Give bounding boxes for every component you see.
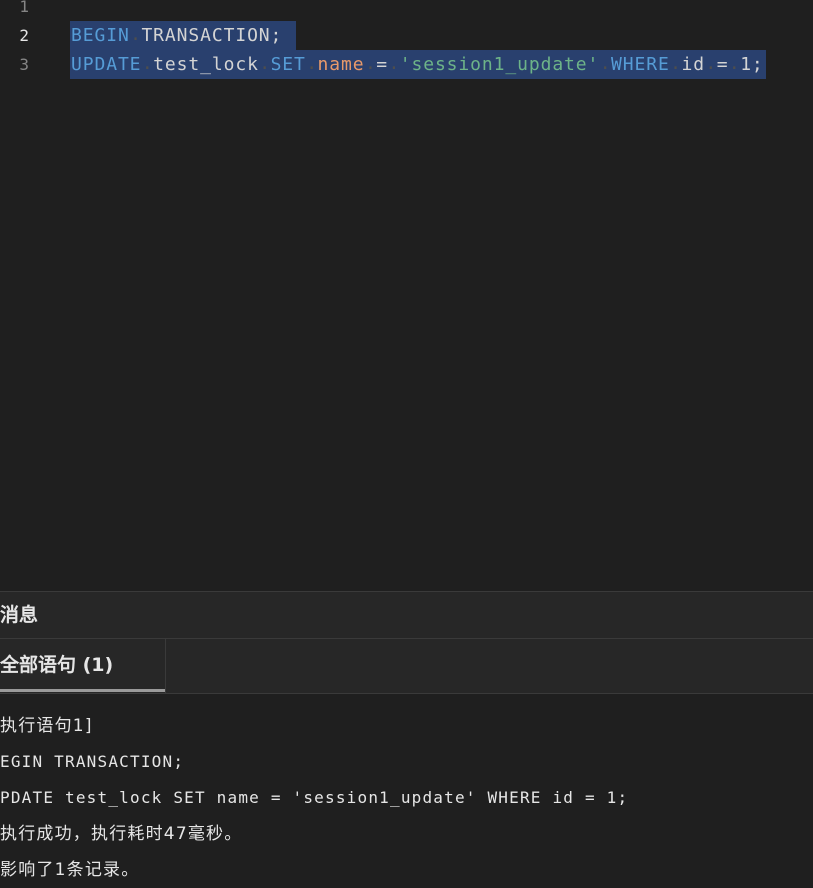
- code-text[interactable]: UPDATE test_lock SET name = 'session1_up…: [70, 50, 766, 79]
- messages-tab-bar: 全部语句 (1): [0, 639, 813, 694]
- whitespace-marker: [364, 54, 376, 75]
- whitespace-marker: [130, 25, 142, 46]
- code-line[interactable]: 3 UPDATE test_lock SET name = 'session1_…: [0, 50, 813, 79]
- code-line[interactable]: 1: [0, 0, 813, 21]
- whitespace-marker: [306, 54, 318, 75]
- output-line-sql: PDATE test_lock SET name = 'session1_upd…: [0, 788, 629, 807]
- whitespace-marker: [388, 54, 400, 75]
- tab-all-statements[interactable]: 全部语句 (1): [0, 639, 166, 693]
- whitespace-marker: [259, 54, 271, 75]
- table-name-token: test_lock: [153, 54, 259, 75]
- keyword-token: BEGIN: [71, 25, 130, 46]
- whitespace-marker: [670, 54, 682, 75]
- output-line-sql: EGIN TRANSACTION;: [0, 752, 185, 771]
- identifier-token: id: [681, 54, 705, 75]
- output-line-affected-rows: 影响了1条记录。: [0, 860, 140, 880]
- text-selection: UPDATE test_lock SET name = 'session1_up…: [70, 50, 766, 79]
- code-text[interactable]: BEGIN TRANSACTION;: [70, 21, 297, 50]
- keyword-token: WHERE: [611, 54, 670, 75]
- active-tab-indicator: [0, 689, 165, 692]
- code-line[interactable]: 2 BEGIN TRANSACTION;: [0, 21, 813, 50]
- column-token: name: [317, 54, 365, 75]
- line-number: 2: [19, 26, 29, 45]
- operator-token: =: [376, 54, 388, 75]
- messages-panel-header: 消息: [0, 591, 813, 639]
- line-end-selection: [282, 21, 296, 50]
- tab-label: 全部语句 (1): [0, 654, 114, 676]
- string-token: 'session1_update': [399, 54, 600, 75]
- whitespace-marker: [728, 54, 740, 75]
- output-line-status: 执行成功，执行耗时47毫秒。: [0, 824, 243, 844]
- text-selection: BEGIN TRANSACTION;: [70, 21, 297, 50]
- sql-editor[interactable]: 1 2 BEGIN TRANSACTION; 3 UPDATE test_loc…: [0, 0, 813, 591]
- keyword-token: SET: [270, 54, 306, 75]
- keyword-token: TRANSACTION;: [141, 25, 283, 46]
- whitespace-marker: [599, 54, 611, 75]
- messages-panel-title: 消息: [0, 604, 39, 626]
- output-line-statement-header: 执行语句1]: [0, 716, 93, 736]
- whitespace-marker: [705, 54, 717, 75]
- number-token: 1;: [740, 54, 764, 75]
- keyword-token: UPDATE: [71, 54, 142, 75]
- operator-token: =: [716, 54, 729, 75]
- line-number: 1: [19, 0, 29, 16]
- editor-lines[interactable]: 1 2 BEGIN TRANSACTION; 3 UPDATE test_loc…: [0, 0, 813, 79]
- line-number: 3: [19, 55, 29, 74]
- messages-output[interactable]: 执行语句1] EGIN TRANSACTION; PDATE test_lock…: [0, 694, 813, 888]
- whitespace-marker: [141, 54, 153, 75]
